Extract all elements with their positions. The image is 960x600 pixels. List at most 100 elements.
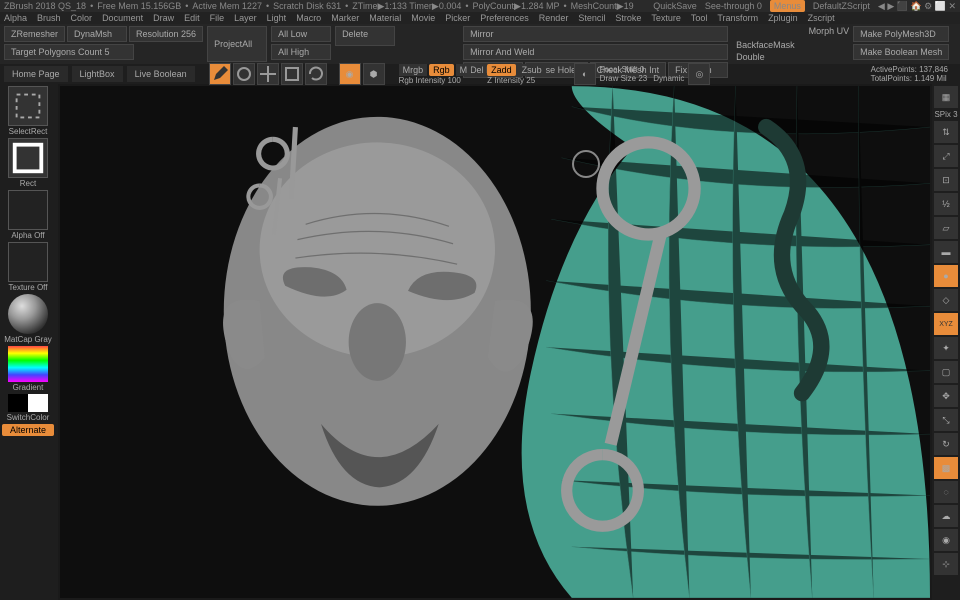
m-button[interactable]: M (456, 64, 472, 76)
target-polygons-slider[interactable]: Target Polygons Count 5 (4, 44, 134, 60)
z-intensity-slider[interactable]: Z Intensity 25 (487, 76, 546, 85)
rp-solo[interactable]: ◉ (934, 529, 958, 551)
menu-document[interactable]: Document (102, 13, 143, 23)
rp-move[interactable]: ✥ (934, 385, 958, 407)
rotate-button[interactable] (305, 63, 327, 85)
mirror-button[interactable]: Mirror (463, 26, 728, 42)
menu-file[interactable]: File (210, 13, 225, 23)
viewport[interactable] (60, 86, 930, 598)
tab-liveboolean[interactable]: Live Boolean (127, 66, 195, 82)
backfacemask-label[interactable]: BackfaceMask (736, 40, 795, 50)
rp-lconst[interactable]: ◇ (934, 289, 958, 311)
stroke-rect[interactable] (8, 138, 48, 178)
menu-transform[interactable]: Transform (717, 13, 758, 23)
projectall-button[interactable]: ProjectAll (207, 26, 267, 62)
menu-brush[interactable]: Brush (37, 13, 61, 23)
focal-icon[interactable]: ◐ (574, 63, 596, 85)
menus-button[interactable]: Menus (770, 0, 805, 12)
rp-rotate[interactable]: ↻ (934, 433, 958, 455)
resolution-slider[interactable]: Resolution 256 (129, 26, 203, 42)
window-icons[interactable]: ◀ ▶ ⬛ 🏠 ⚙ ⬜ ✕ (878, 1, 956, 12)
rp-polyf[interactable]: ▩ (934, 457, 958, 479)
dynamic-toggle[interactable]: Dynamic (653, 74, 684, 83)
color-swatches[interactable] (8, 394, 48, 412)
rp-thumbnail[interactable]: ▦ (934, 86, 958, 108)
rp-xpose[interactable]: ✦ (934, 337, 958, 359)
alternate-button[interactable]: Alternate (2, 424, 54, 436)
free-mem: Free Mem 15.156GB (97, 1, 181, 11)
color-picker[interactable] (8, 346, 48, 382)
zremesher-button[interactable]: ZRemesher (4, 26, 65, 42)
brush-cursor (572, 150, 600, 178)
menu-edit[interactable]: Edit (184, 13, 200, 23)
rp-xform[interactable]: ⊹ (934, 553, 958, 575)
alpha-slot[interactable] (8, 190, 48, 230)
brush-selectrect[interactable] (8, 86, 48, 126)
zsub-button[interactable]: Zsub (518, 64, 546, 76)
dynamesh-button[interactable]: DynaMsh (67, 26, 127, 42)
rgb-button[interactable]: Rgb (429, 64, 454, 76)
rp-frame[interactable]: ▢ (934, 361, 958, 383)
menu-alpha[interactable]: Alpha (4, 13, 27, 23)
rp-transp[interactable]: ◌ (934, 481, 958, 503)
mrgb-button[interactable]: Mrgb (399, 64, 428, 76)
menu-color[interactable]: Color (71, 13, 93, 23)
material-matcap[interactable] (8, 294, 48, 334)
makeboolean-button[interactable]: Make Boolean Mesh (853, 44, 949, 60)
rp-ghost[interactable]: ☁ (934, 505, 958, 527)
allhigh-button[interactable]: All High (271, 44, 331, 60)
delete-button[interactable]: Delete (335, 26, 395, 46)
rp-zoom[interactable]: ⤢ (934, 145, 958, 167)
sculptris-button[interactable]: ⬢ (363, 63, 385, 85)
menu-picker[interactable]: Picker (445, 13, 470, 23)
spix-label[interactable]: SPix 3 (934, 110, 958, 119)
morphuv-label[interactable]: Morph UV (809, 26, 850, 36)
alllow-button[interactable]: All Low (271, 26, 331, 42)
drawsize-slider[interactable]: Draw Size 23 (600, 74, 648, 83)
rp-scale[interactable]: ⤡ (934, 409, 958, 431)
right-panel: ▦ SPix 3 ⇅ ⤢ ⊡ ½ ▱ ▬ ● ◇ XYZ ✦ ▢ ✥ ⤡ ↻ ▩… (932, 84, 960, 600)
edit-button[interactable] (209, 63, 231, 85)
mirrorweld-button[interactable]: Mirror And Weld (463, 44, 728, 60)
double-label[interactable]: Double (736, 52, 795, 62)
tab-home[interactable]: Home Page (4, 66, 68, 82)
rp-aahalf[interactable]: ½ (934, 193, 958, 215)
menu-bar: Alpha Brush Color Document Draw Edit Fil… (0, 12, 960, 24)
menu-zplugin[interactable]: Zplugin (768, 13, 798, 23)
menu-layer[interactable]: Layer (234, 13, 257, 23)
tab-lightbox[interactable]: LightBox (72, 66, 123, 82)
rp-actual[interactable]: ⊡ (934, 169, 958, 191)
makepolymesh-button[interactable]: Make PolyMesh3D (853, 26, 949, 42)
zadd-button[interactable]: Zadd (487, 64, 516, 76)
gizmo-button[interactable]: ◉ (339, 63, 361, 85)
menu-draw[interactable]: Draw (153, 13, 174, 23)
rp-persp[interactable]: ▱ (934, 217, 958, 239)
menu-material[interactable]: Material (369, 13, 401, 23)
menu-tool[interactable]: Tool (691, 13, 708, 23)
draw-button[interactable] (233, 63, 255, 85)
quicksave-button[interactable]: QuickSave (653, 1, 697, 11)
menu-macro[interactable]: Macro (296, 13, 321, 23)
texture-slot[interactable] (8, 242, 48, 282)
menu-render[interactable]: Render (539, 13, 569, 23)
seethrough-slider[interactable]: See-through 0 (705, 1, 762, 11)
rp-xyz[interactable]: XYZ (934, 313, 958, 335)
menu-marker[interactable]: Marker (331, 13, 359, 23)
polycount: PolyCount▶1.284 MP (473, 1, 560, 12)
menu-stencil[interactable]: Stencil (578, 13, 605, 23)
menu-zscript[interactable]: Zscript (808, 13, 835, 23)
rp-floor[interactable]: ▬ (934, 241, 958, 263)
size-icon[interactable]: ◎ (688, 63, 710, 85)
rgb-intensity-slider[interactable]: Rgb Intensity 100 (399, 76, 472, 85)
scale-button[interactable] (281, 63, 303, 85)
menu-preferences[interactable]: Preferences (480, 13, 529, 23)
focalshift-slider[interactable]: Focal Shift 0 (600, 65, 685, 74)
default-script: DefaultZScript (813, 1, 870, 11)
menu-stroke[interactable]: Stroke (615, 13, 641, 23)
menu-light[interactable]: Light (267, 13, 287, 23)
move-button[interactable] (257, 63, 279, 85)
rp-local[interactable]: ● (934, 265, 958, 287)
menu-texture[interactable]: Texture (651, 13, 681, 23)
rp-scroll[interactable]: ⇅ (934, 121, 958, 143)
menu-movie[interactable]: Movie (411, 13, 435, 23)
